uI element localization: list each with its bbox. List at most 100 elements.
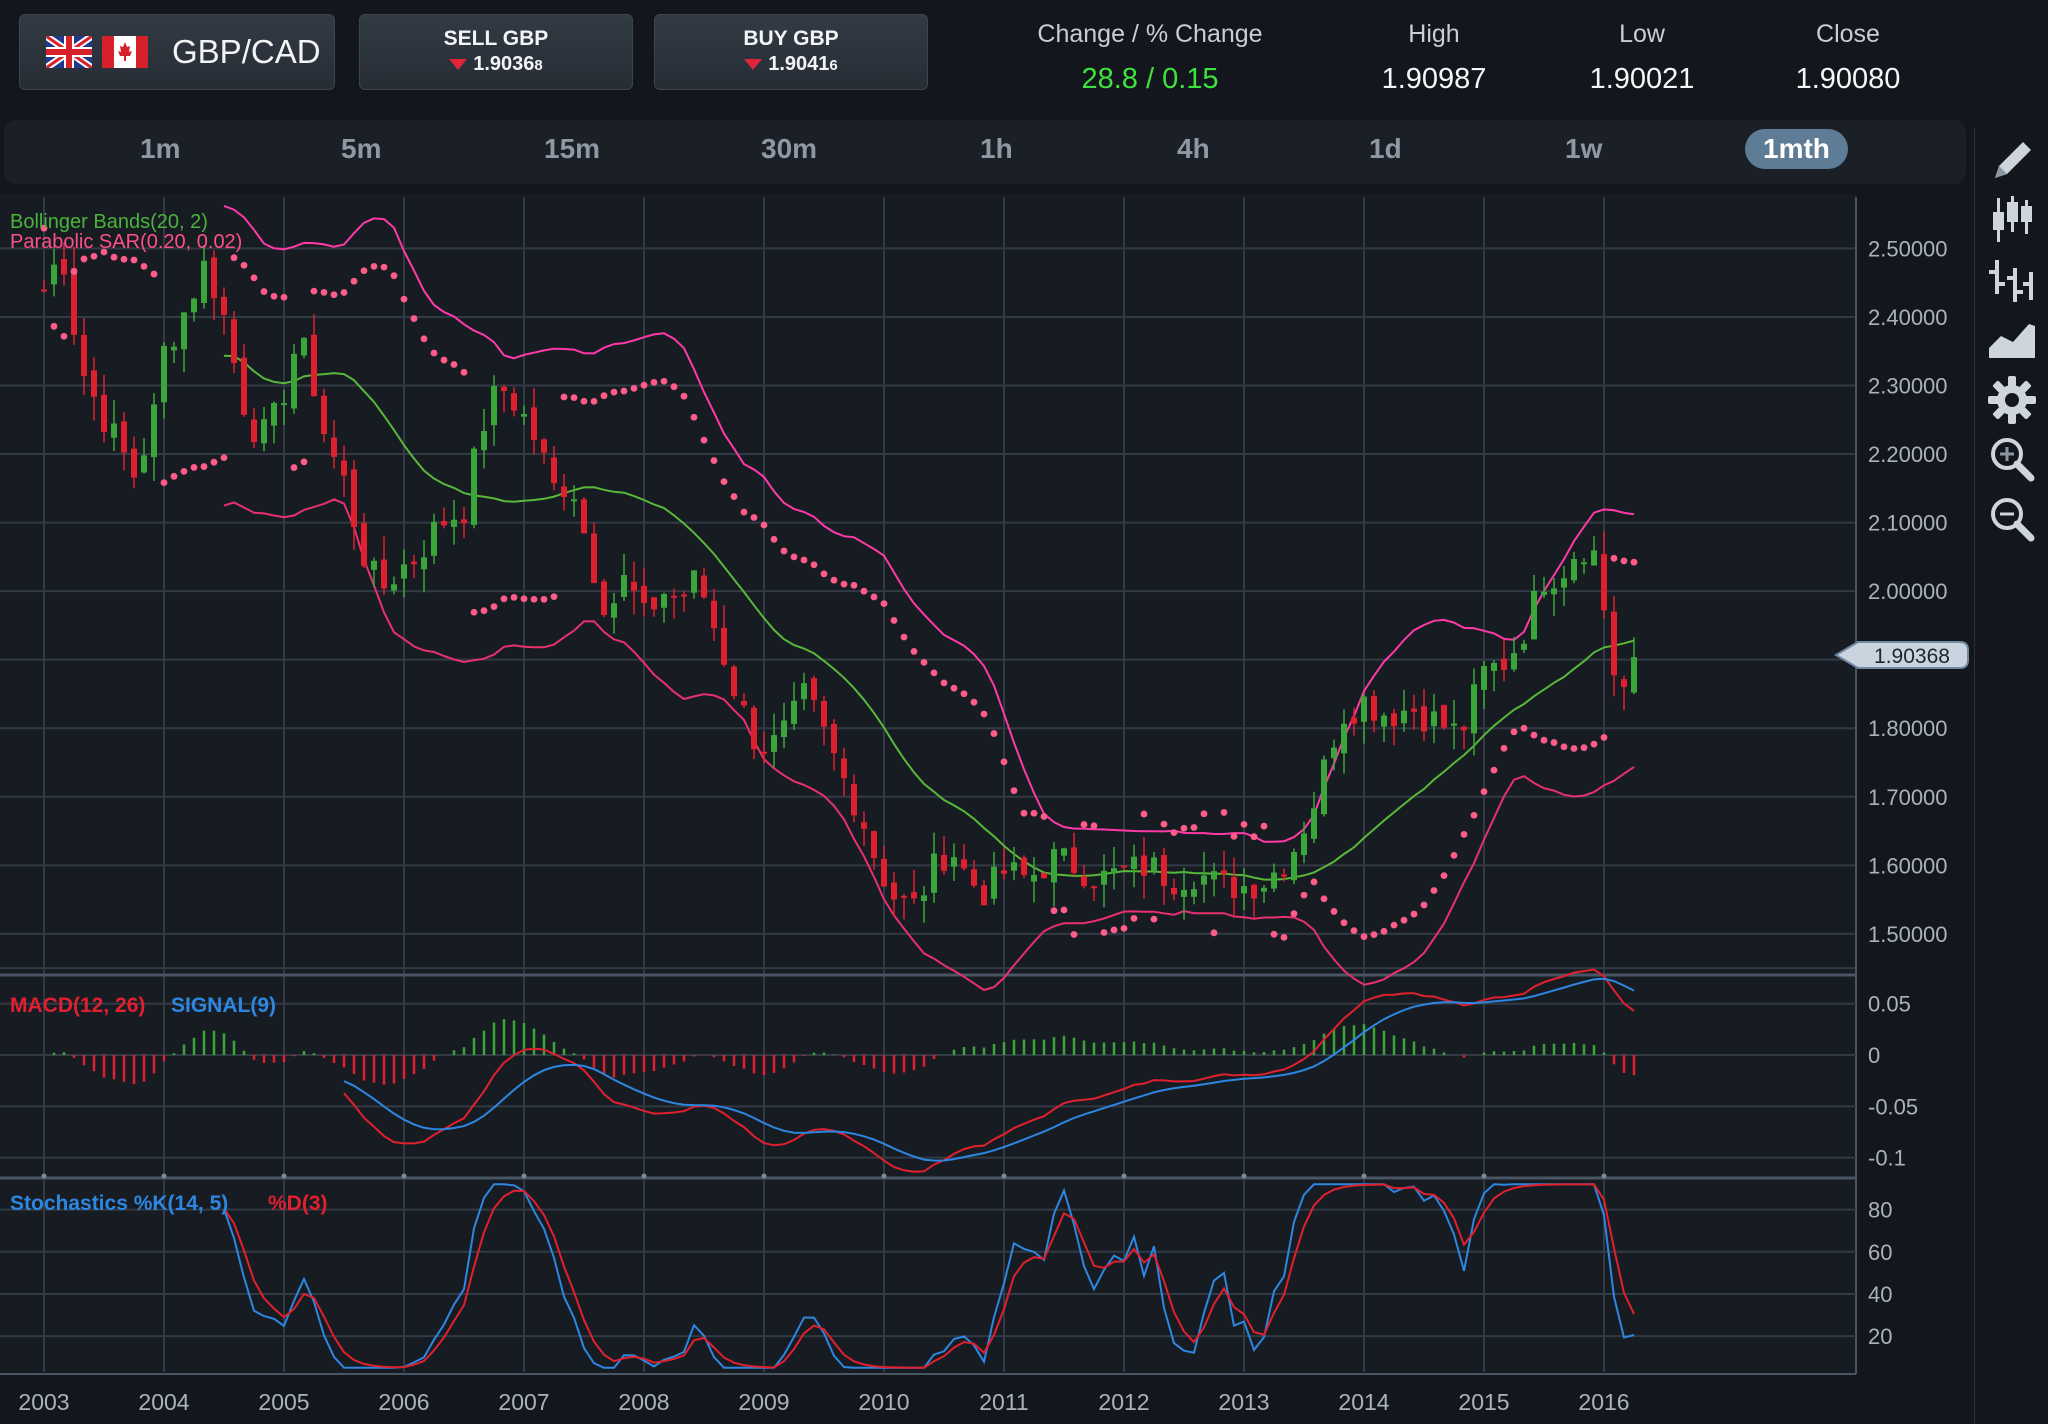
candle-body	[131, 448, 137, 478]
settings-gear-icon[interactable]	[1985, 374, 2039, 426]
candle-body	[141, 455, 147, 473]
candle-body	[931, 853, 937, 893]
candle-body	[641, 585, 647, 603]
sar-dot	[1610, 554, 1618, 562]
timeframe-1h[interactable]: 1h	[980, 133, 1013, 165]
sar-dot	[1370, 931, 1378, 939]
sar-dot	[120, 255, 128, 263]
sell-price: 1.90368	[360, 53, 632, 76]
candle-body	[81, 334, 87, 377]
year-marker-dot	[281, 1173, 287, 1179]
candle-body	[1571, 559, 1577, 581]
sar-dot	[720, 478, 728, 486]
pencil-icon[interactable]	[1985, 136, 2039, 188]
chart-area[interactable]: 2003 2004 2005 2006 2007 2008 2009 2010 2011 2012…	[0, 194, 1974, 1424]
sar-dot	[90, 252, 98, 260]
sar-dot	[460, 368, 468, 376]
x-tick-label: 2009	[738, 1389, 789, 1415]
ohlc-bars-icon[interactable]	[1985, 254, 2039, 306]
sar-dot	[1570, 745, 1578, 752]
sar-dot	[920, 658, 928, 666]
area-chart-icon[interactable]	[1985, 314, 2039, 366]
sar-dot	[310, 287, 318, 295]
timeframe-1m[interactable]: 1m	[140, 133, 180, 165]
candle-body	[1171, 887, 1177, 895]
timeframe-5m[interactable]: 5m	[341, 133, 381, 165]
sell-button[interactable]: SELL GBP 1.90368	[359, 14, 633, 90]
zoom-out-icon[interactable]	[1985, 494, 2039, 546]
timeframe-1w[interactable]: 1w	[1565, 133, 1602, 165]
sar-dot	[1410, 910, 1418, 918]
sar-dot	[510, 593, 518, 601]
sar-dot	[790, 553, 798, 561]
candle-body	[91, 370, 97, 397]
candle-body	[411, 561, 417, 565]
year-marker-dot	[641, 1173, 647, 1179]
sar-dot	[1460, 830, 1468, 838]
sar-dot	[910, 648, 918, 655]
sar-dot	[60, 332, 68, 340]
sar-dot	[220, 454, 228, 462]
candle-body	[721, 627, 727, 665]
x-tick-label: 2008	[618, 1389, 669, 1415]
year-marker-dot	[1121, 1173, 1127, 1179]
candle-body	[991, 866, 997, 899]
candle-body	[121, 421, 127, 453]
price-chart[interactable]: 2003 2004 2005 2006 2007 2008 2009 2010 2011 2012…	[0, 194, 1974, 1424]
timeframe-1mth[interactable]: 1mth	[1745, 129, 1848, 169]
sar-dot	[660, 377, 668, 385]
sar-dot	[1170, 829, 1178, 837]
sar-dot	[1080, 821, 1088, 828]
timeframe-15m[interactable]: 15m	[544, 133, 600, 165]
candle-body	[671, 595, 677, 598]
candle-body	[1531, 591, 1537, 640]
sar-dot	[1240, 821, 1248, 828]
buy-button[interactable]: BUY GBP 1.90416	[654, 14, 928, 90]
sar-dot	[50, 322, 58, 330]
candle-body	[251, 419, 257, 443]
sar-dot	[200, 463, 208, 470]
candle-body	[1011, 862, 1017, 871]
sar-dot	[370, 262, 378, 270]
instrument-selector-button[interactable]: GBP/CAD	[19, 14, 335, 90]
candle-body	[861, 822, 867, 829]
timeframe-1d[interactable]: 1d	[1369, 133, 1402, 165]
sar-dot	[1420, 901, 1428, 909]
sar-dot	[1270, 930, 1278, 938]
sar-dot	[550, 593, 558, 601]
sar-dot	[420, 335, 428, 343]
sar-dot	[610, 388, 618, 396]
candle-body	[1121, 865, 1127, 868]
sar-dot	[1300, 891, 1308, 899]
header-bar: GBP/CAD SELL GBP 1.90368 BUY GBP 1.90416…	[0, 0, 2048, 118]
sar-dot	[1320, 895, 1328, 903]
change-label: Change / % Change	[1037, 20, 1263, 48]
x-tick-label: 2012	[1098, 1389, 1149, 1415]
sar-dot	[320, 288, 328, 296]
sar-dot	[430, 349, 438, 357]
sar-dot	[690, 413, 698, 421]
sar-dot	[1510, 728, 1518, 736]
sar-dot	[1340, 919, 1348, 927]
sar-dot	[450, 361, 458, 368]
candle-body	[1031, 874, 1037, 882]
candle-body	[1461, 726, 1467, 731]
candle-body	[1181, 889, 1187, 897]
candle-body	[981, 885, 987, 906]
year-marker-dot	[1481, 1173, 1487, 1179]
candle-body	[701, 575, 707, 598]
macd-label: MACD(12, 26)	[10, 994, 145, 1017]
timeframe-30m[interactable]: 30m	[761, 133, 817, 165]
timeframe-4h[interactable]: 4h	[1177, 133, 1210, 165]
sar-dot	[1280, 933, 1288, 941]
candle-body	[921, 895, 927, 902]
candle-body	[1161, 855, 1167, 886]
candlestick-icon[interactable]	[1985, 194, 2039, 246]
candle-body	[821, 700, 827, 727]
zoom-in-icon[interactable]	[1985, 434, 2039, 486]
sar-dot	[810, 561, 818, 569]
candle-body	[181, 312, 187, 350]
candle-body	[881, 858, 887, 887]
buy-button-title: BUY GBP	[743, 27, 839, 50]
candle-body	[1101, 870, 1107, 885]
